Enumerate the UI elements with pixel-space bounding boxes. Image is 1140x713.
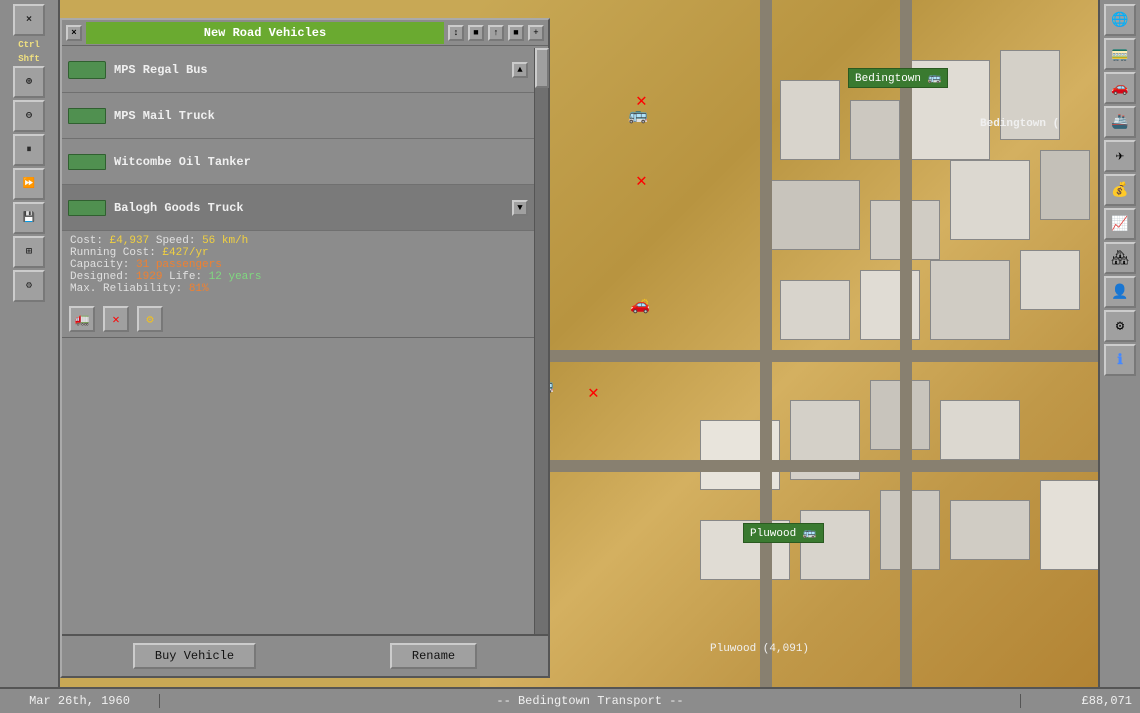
vehicle-row-expand-btn[interactable]: ▲ — [512, 62, 528, 78]
map-bedingtown-text: Bedingtown ( — [980, 118, 1059, 130]
building — [780, 80, 840, 160]
shft-label: Shft — [2, 54, 56, 64]
map-red-x-2: ✕ — [636, 170, 647, 192]
truck-purchase-icon-btn[interactable]: 🚛 — [69, 306, 95, 332]
map-vehicle-icon-1: 🚌 — [628, 105, 648, 125]
building — [1040, 480, 1100, 570]
reliability-value: 81% — [189, 283, 209, 295]
rt-rail-btn[interactable]: 🚃 — [1104, 38, 1136, 70]
vehicle-row-goods[interactable]: Balogh Goods Truck ▼ — [62, 185, 534, 231]
vehicle-name-goods: Balogh Goods Truck — [114, 201, 244, 215]
goods-expand-icon: ▼ — [512, 200, 528, 216]
speed-value: 56 km/h — [202, 235, 248, 247]
rt-finance-btn[interactable]: 💰 — [1104, 174, 1136, 206]
status-company: -- Bedingtown Transport -- — [160, 694, 1020, 708]
goods-truck-icon — [68, 200, 106, 216]
rt-stats-btn[interactable]: 📈 — [1104, 208, 1136, 240]
panel-add-btn[interactable]: + — [528, 25, 544, 41]
vehicle-list-scrollbar[interactable] — [534, 48, 548, 634]
expand-icon: ▲ — [512, 62, 528, 78]
rt-towns-btn[interactable]: 🏘 — [1104, 242, 1136, 274]
goods-row-expand-btn[interactable]: ▼ — [512, 200, 528, 216]
bottom-action-buttons: Buy Vehicle Rename — [62, 634, 548, 676]
road-horizontal — [480, 460, 1140, 472]
map-vehicle-icon-2: 🚗 — [630, 295, 650, 315]
scrollbar-thumb[interactable] — [535, 48, 549, 88]
panel-shrink-btn[interactable]: ■ — [468, 25, 484, 41]
designed-line: Designed: 1929 Life: 12 years — [70, 271, 526, 283]
map-red-x-3: ✕ — [588, 382, 599, 404]
designed-value: 1929 — [136, 271, 162, 283]
building — [940, 400, 1020, 460]
status-date: Mar 26th, 1960 — [0, 694, 160, 708]
panel-close-btn[interactable]: × — [66, 25, 82, 41]
close-game-btn[interactable]: × — [13, 4, 45, 36]
zoom-in-btn[interactable]: ⊕ — [13, 66, 45, 98]
save-btn[interactable]: 💾 — [13, 202, 45, 234]
building — [800, 510, 870, 580]
status-money: £88,071 — [1020, 694, 1140, 708]
capacity-value: 31 passengers — [136, 259, 222, 271]
building — [950, 160, 1030, 240]
vehicle-purchase-panel: × New Road Vehicles ↕ ■ ↑ ■ + Sort by En… — [60, 18, 550, 678]
rt-ship-btn[interactable]: 🚢 — [1104, 106, 1136, 138]
building — [1020, 250, 1080, 310]
bus-vehicle-icon — [68, 61, 106, 79]
purchase-icons-bar: 🚛 ✕ ⚙ — [62, 301, 534, 338]
road-horizontal — [480, 350, 1140, 362]
mail-truck-icon — [68, 108, 106, 124]
panel-up-btn[interactable]: ↑ — [488, 25, 504, 41]
right-toolbar: 🌐 🚃 🚗 🚢 ✈ 💰 📈 🏘 👤 ⚙ ℹ — [1098, 0, 1140, 713]
panel-expand-right-btn[interactable]: ■ — [508, 25, 524, 41]
coin-icon-btn[interactable]: ⚙ — [137, 306, 163, 332]
rt-plane-btn[interactable]: ✈ — [1104, 140, 1136, 172]
road-vertical — [760, 0, 772, 713]
vehicle-row-oil[interactable]: Witcombe Oil Tanker — [62, 139, 534, 185]
panel-title: New Road Vehicles — [86, 22, 444, 44]
rt-globe-btn[interactable]: 🌐 — [1104, 4, 1136, 36]
building — [770, 180, 860, 250]
panel-titlebar: × New Road Vehicles ↕ ■ ↑ ■ + — [62, 20, 548, 46]
vehicle-name-oil: Witcombe Oil Tanker — [114, 155, 251, 169]
building — [1040, 150, 1090, 220]
vehicle-row-mail[interactable]: MPS Mail Truck — [62, 93, 534, 139]
vehicle-detail-panel: Cost: £4,937 Speed: 56 km/h Running Cost… — [62, 231, 534, 301]
building — [780, 280, 850, 340]
cancel-purchase-icon-btn[interactable]: ✕ — [103, 306, 129, 332]
oil-tanker-icon — [68, 154, 106, 170]
rename-button[interactable]: Rename — [390, 643, 477, 669]
panel-sort-dir-btn[interactable]: ↕ — [448, 25, 464, 41]
running-cost-line: Running Cost: £427/yr — [70, 247, 526, 259]
building — [850, 100, 900, 160]
settings-btn[interactable]: ⚙ — [13, 270, 45, 302]
vehicle-row-bus[interactable]: MPS Regal Bus ▲ — [62, 47, 534, 93]
buy-vehicle-button[interactable]: Buy Vehicle — [133, 643, 256, 669]
cost-value: £4,937 — [110, 235, 150, 247]
rt-settings-btn[interactable]: ⚙ — [1104, 310, 1136, 342]
building — [930, 260, 1010, 340]
status-bar: Mar 26th, 1960 -- Bedingtown Transport -… — [0, 687, 1140, 713]
running-cost-value: £427/yr — [162, 247, 208, 259]
town-label-pluwood: Pluwood 🚌 — [743, 523, 824, 543]
town-label-bedingtown: Bedingtown 🚌 — [848, 68, 948, 88]
panel-content: MPS Regal Bus ▲ MPS Mail Truck Witcombe … — [62, 47, 534, 634]
building — [950, 500, 1030, 560]
ctrl-label: Ctrl — [2, 40, 56, 50]
road-vertical — [900, 0, 912, 713]
vehicle-name-bus: MPS Regal Bus — [114, 63, 208, 77]
fast-forward-btn[interactable]: ⏩ — [13, 168, 45, 200]
vehicle-name-mail: MPS Mail Truck — [114, 109, 215, 123]
zoom-out-btn[interactable]: ⊖ — [13, 100, 45, 132]
capacity-line: Capacity: 31 passengers — [70, 259, 526, 271]
cost-line: Cost: £4,937 Speed: 56 km/h — [70, 235, 526, 247]
rt-person-btn[interactable]: 👤 — [1104, 276, 1136, 308]
life-value: 12 years — [209, 271, 262, 283]
map-pluwood-pop: Pluwood (4,091) — [710, 643, 809, 655]
minimap-btn[interactable]: ⊞ — [13, 236, 45, 268]
reliability-line: Max. Reliability: 81% — [70, 283, 526, 295]
rt-help-btn[interactable]: ℹ — [1104, 344, 1136, 376]
left-toolbar: × Ctrl Shft ⊕ ⊖ ⏸ ⏩ 💾 ⊞ ⚙ — [0, 0, 60, 713]
pause-btn[interactable]: ⏸ — [13, 134, 45, 166]
rt-road-btn[interactable]: 🚗 — [1104, 72, 1136, 104]
